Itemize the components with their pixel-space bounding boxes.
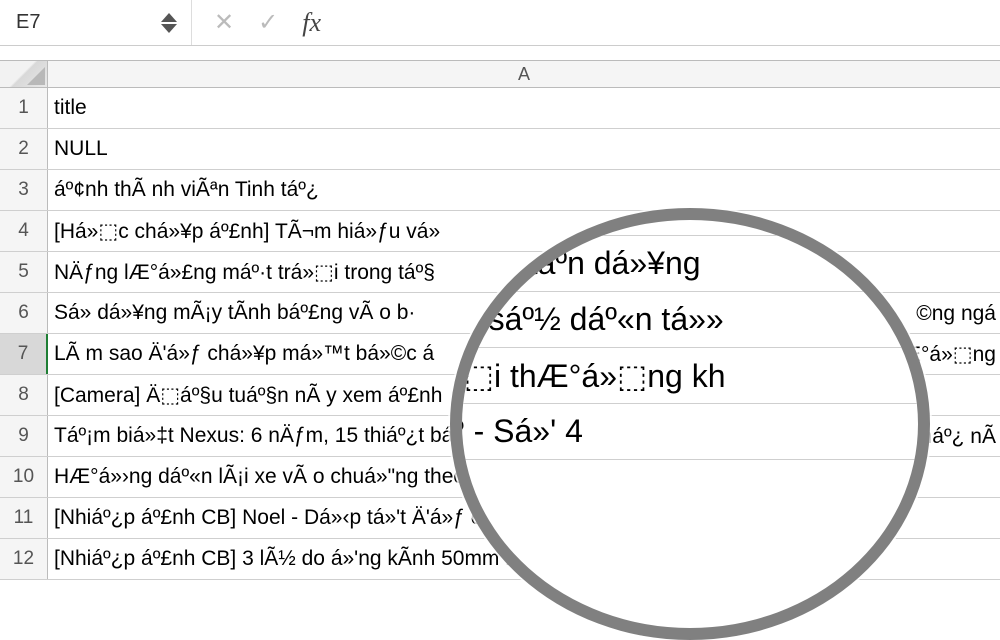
row-header[interactable]: 1: [0, 88, 48, 128]
name-box[interactable]: E7: [6, 0, 192, 45]
name-box-stepper: [161, 13, 177, 33]
formula-bar: E7 ✕ ✓ fx: [0, 0, 1000, 46]
table-row: 2NULL: [0, 129, 1000, 170]
row-header[interactable]: 8: [0, 375, 48, 415]
row-header[interactable]: 9: [0, 416, 48, 456]
formula-controls: ✕ ✓ fx: [192, 8, 343, 38]
magnifier-overlay: 'nh dáº¡ng áº£nh R - HÃ£y táº­n dá»¥ngtá…: [450, 208, 930, 640]
select-all-corner[interactable]: [0, 61, 48, 87]
magnifier-line: ai? - Sá»' 4: [450, 404, 930, 460]
table-row: 1title: [0, 88, 1000, 129]
row-header[interactable]: 10: [0, 457, 48, 497]
column-header-a[interactable]: A: [48, 61, 1000, 87]
magnifier-line: tá»'i sáº½ dáº«n tá»»: [450, 292, 930, 348]
fx-icon[interactable]: fx: [302, 8, 321, 38]
cell[interactable]: NULL: [48, 129, 1000, 169]
magnifier-line: - HÃ£y táº­n dá»¥ng: [450, 236, 930, 292]
magnifier-line: 'á»⬚i thÆ°á»⬚ng kh: [450, 348, 930, 404]
column-header-row: A: [0, 60, 1000, 88]
row-header[interactable]: 4: [0, 211, 48, 251]
cell[interactable]: áº¢nh thÃ nh viÃªn Tinh táº¿: [48, 170, 1000, 210]
table-row: 3áº¢nh thÃ nh viÃªn Tinh táº¿: [0, 170, 1000, 211]
formula-input[interactable]: [343, 0, 994, 45]
row-header[interactable]: 5: [0, 252, 48, 292]
row-header[interactable]: 2: [0, 129, 48, 169]
accept-icon[interactable]: ✓: [258, 8, 278, 37]
row-header[interactable]: 11: [0, 498, 48, 538]
row-header[interactable]: 6: [0, 293, 48, 333]
spreadsheet-grid: A 1title2NULL3áº¢nh thÃ nh viÃªn Tinh tá…: [0, 60, 1000, 580]
row-header[interactable]: 7: [0, 334, 48, 374]
cancel-icon[interactable]: ✕: [214, 8, 234, 37]
cell-overflow: ©ng ngá: [916, 293, 996, 334]
row-header[interactable]: 12: [0, 539, 48, 579]
row-header[interactable]: 3: [0, 170, 48, 210]
name-box-text: E7: [16, 11, 161, 34]
cell[interactable]: title: [48, 88, 1000, 128]
stepper-up-icon[interactable]: [161, 13, 177, 22]
stepper-down-icon[interactable]: [161, 24, 177, 33]
